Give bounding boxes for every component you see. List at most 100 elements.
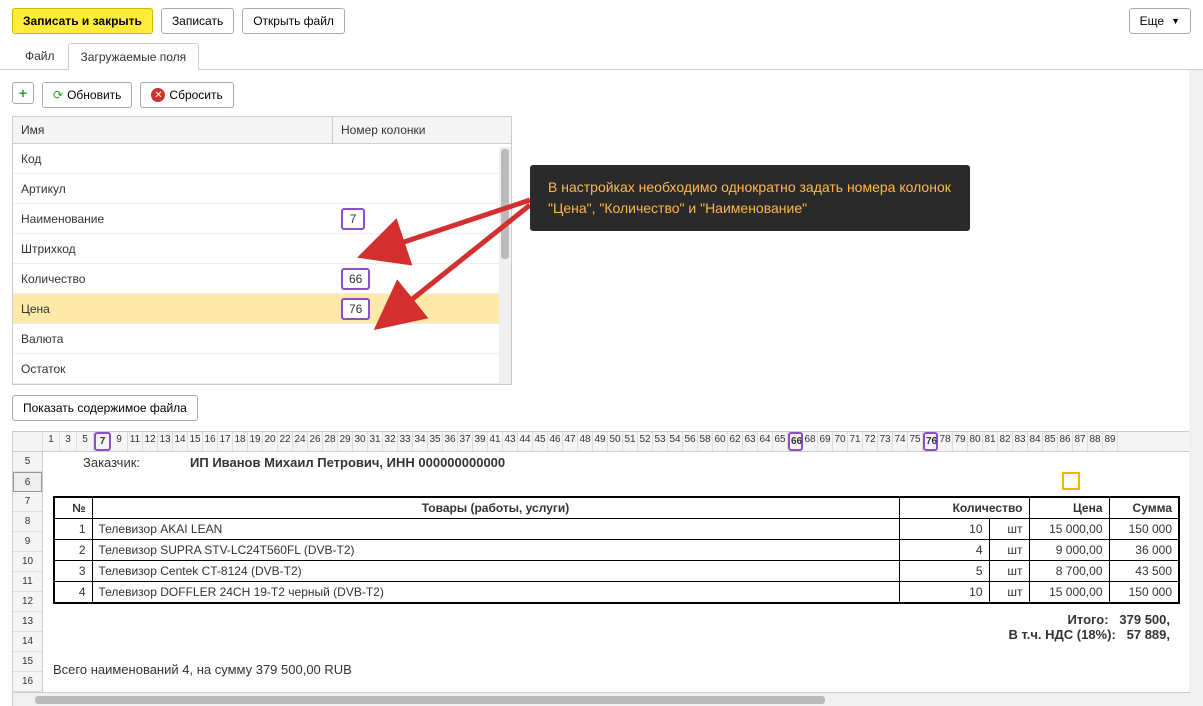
column-header[interactable]: 22	[278, 432, 293, 451]
column-header[interactable]: 79	[953, 432, 968, 451]
column-header[interactable]: 47	[563, 432, 578, 451]
column-header[interactable]: 14	[173, 432, 188, 451]
more-button[interactable]: Еще▼	[1129, 8, 1191, 34]
column-header[interactable]: 82	[998, 432, 1013, 451]
show-file-content-button[interactable]: Показать содержимое файла	[12, 395, 198, 421]
column-header[interactable]: 7	[94, 432, 111, 451]
column-header[interactable]: 68	[803, 432, 818, 451]
column-header[interactable]: 85	[1043, 432, 1058, 451]
row-number[interactable]: 11	[13, 572, 42, 592]
column-header[interactable]: 24	[293, 432, 308, 451]
column-header[interactable]: 50	[608, 432, 623, 451]
column-header[interactable]: 9	[111, 432, 128, 451]
header-name[interactable]: Имя	[13, 117, 333, 143]
column-header[interactable]: 35	[428, 432, 443, 451]
column-header[interactable]: 16	[203, 432, 218, 451]
column-header[interactable]: 60	[713, 432, 728, 451]
column-header[interactable]: 65	[773, 432, 788, 451]
column-header[interactable]: 54	[668, 432, 683, 451]
column-header[interactable]: 49	[593, 432, 608, 451]
column-header[interactable]: 83	[1013, 432, 1028, 451]
column-header[interactable]: 37	[458, 432, 473, 451]
column-header[interactable]: 80	[968, 432, 983, 451]
column-header[interactable]: 31	[368, 432, 383, 451]
column-header[interactable]: 26	[308, 432, 323, 451]
row-numbers[interactable]: 5678910111213141516	[13, 452, 43, 692]
column-header[interactable]: 70	[833, 432, 848, 451]
column-header[interactable]: 78	[938, 432, 953, 451]
column-header[interactable]: 11	[128, 432, 143, 451]
refresh-button[interactable]: ⟳ Обновить	[42, 82, 132, 108]
column-header[interactable]: 76	[923, 432, 938, 451]
sheet-scrollbar-horizontal[interactable]	[13, 692, 1190, 706]
row-number[interactable]: 16	[13, 672, 42, 692]
products-table[interactable]: № Товары (работы, услуги) Количество Цен…	[53, 496, 1180, 604]
table-row[interactable]: 1Телевизор AKAI LEAN10шт15 000,00150 000	[54, 519, 1179, 540]
column-header[interactable]: 72	[863, 432, 878, 451]
row-number[interactable]: 15	[13, 652, 42, 672]
row-number[interactable]: 14	[13, 632, 42, 652]
column-header[interactable]: 13	[158, 432, 173, 451]
column-header[interactable]: 71	[848, 432, 863, 451]
save-close-button[interactable]: Записать и закрыть	[12, 8, 153, 34]
column-header[interactable]: 29	[338, 432, 353, 451]
field-colnum[interactable]	[333, 156, 511, 162]
column-header[interactable]: 56	[683, 432, 698, 451]
column-header[interactable]: 15	[188, 432, 203, 451]
column-header[interactable]: 86	[1058, 432, 1073, 451]
column-header[interactable]: 66	[788, 432, 803, 451]
column-header[interactable]: 64	[758, 432, 773, 451]
column-header[interactable]: 58	[698, 432, 713, 451]
column-header[interactable]: 36	[443, 432, 458, 451]
field-colnum[interactable]	[333, 366, 511, 372]
table-row[interactable]: 4Телевизор DOFFLER 24CH 19-T2 черный (DV…	[54, 582, 1179, 604]
column-header[interactable]: 20	[263, 432, 278, 451]
column-header[interactable]: 75	[908, 432, 923, 451]
column-header[interactable]: 3	[60, 432, 77, 451]
column-header[interactable]: 63	[743, 432, 758, 451]
add-button[interactable]: +	[12, 82, 34, 104]
header-colnum[interactable]: Номер колонки	[333, 117, 511, 143]
column-header[interactable]: 33	[398, 432, 413, 451]
column-header[interactable]: 81	[983, 432, 998, 451]
column-header[interactable]: 74	[893, 432, 908, 451]
column-headers[interactable]: 1357911121314151617181920222426282930313…	[13, 432, 1190, 452]
column-header[interactable]: 45	[533, 432, 548, 451]
row-number[interactable]: 9	[13, 532, 42, 552]
column-header[interactable]: 17	[218, 432, 233, 451]
tab-file[interactable]: Файл	[12, 42, 68, 69]
column-header[interactable]: 43	[503, 432, 518, 451]
field-row[interactable]: Код	[13, 144, 511, 174]
save-button[interactable]: Записать	[161, 8, 234, 34]
tab-loaded-fields[interactable]: Загружаемые поля	[68, 43, 200, 70]
column-header[interactable]: 51	[623, 432, 638, 451]
reset-button[interactable]: ✕ Сбросить	[140, 82, 233, 108]
column-header[interactable]: 84	[1028, 432, 1043, 451]
column-header[interactable]: 19	[248, 432, 263, 451]
row-number[interactable]: 8	[13, 512, 42, 532]
table-row[interactable]: 3Телевизор Centek CT-8124 (DVB-T2)5шт8 7…	[54, 561, 1179, 582]
column-header[interactable]: 41	[488, 432, 503, 451]
column-header[interactable]: 18	[233, 432, 248, 451]
column-header[interactable]: 53	[653, 432, 668, 451]
column-header[interactable]: 69	[818, 432, 833, 451]
column-header[interactable]: 28	[323, 432, 338, 451]
column-header[interactable]: 46	[548, 432, 563, 451]
column-header[interactable]: 34	[413, 432, 428, 451]
column-header[interactable]: 88	[1088, 432, 1103, 451]
column-header[interactable]: 39	[473, 432, 488, 451]
column-header[interactable]: 12	[143, 432, 158, 451]
column-header[interactable]: 32	[383, 432, 398, 451]
column-header[interactable]: 89	[1103, 432, 1118, 451]
row-number[interactable]: 12	[13, 592, 42, 612]
field-colnum[interactable]	[333, 336, 511, 342]
table-row[interactable]: 2Телевизор SUPRA STV-LC24T560FL (DVB-T2)…	[54, 540, 1179, 561]
column-header[interactable]: 5	[77, 432, 94, 451]
row-number[interactable]: 10	[13, 552, 42, 572]
column-header[interactable]: 1	[43, 432, 60, 451]
column-header[interactable]: 44	[518, 432, 533, 451]
open-file-button[interactable]: Открыть файл	[242, 8, 345, 34]
column-header[interactable]: 73	[878, 432, 893, 451]
sheet-scrollbar-vertical[interactable]	[1189, 70, 1203, 706]
row-number[interactable]: 13	[13, 612, 42, 632]
